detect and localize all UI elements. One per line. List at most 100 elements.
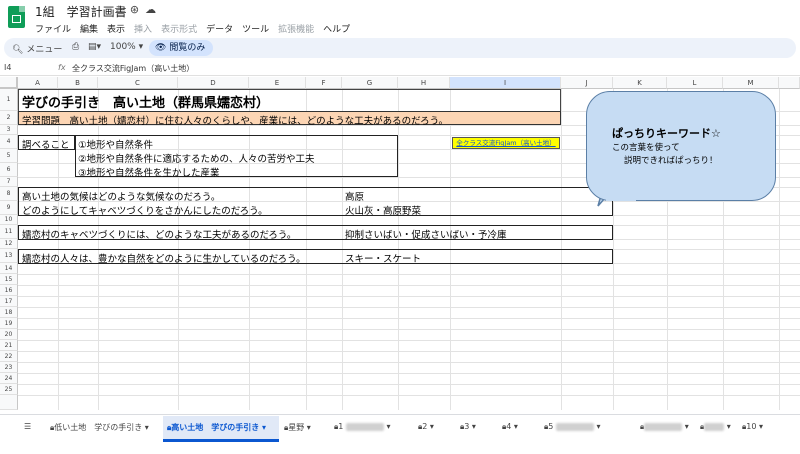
redacted-name (345, 422, 384, 431)
question-body: 高い土地（嬬恋村）に住む人々のくらしや、産業には、どのような工夫があるのだろう。 (69, 116, 449, 127)
column-header-g[interactable]: G (342, 77, 398, 89)
row-header-6[interactable]: 6 (0, 163, 18, 177)
gridline (18, 340, 800, 341)
row-header-5[interactable]: 5 (0, 149, 18, 163)
column-header-h[interactable]: H (398, 77, 450, 89)
sheets-logo-icon[interactable] (8, 6, 25, 28)
tab-label: 3 (464, 422, 470, 431)
callout-line-1: この言葉を使って (612, 143, 680, 153)
title-bar: 1組 学習計画書 ☆⊛☁ ファイル 編集 表示 挿入 表示形式 データ ツール … (0, 0, 800, 38)
row-header-19[interactable]: 19 (0, 318, 18, 329)
menu-data[interactable]: データ (206, 22, 233, 35)
row-header-18[interactable]: 18 (0, 307, 18, 318)
star-icon[interactable]: ☆ (114, 3, 130, 16)
tab-10[interactable]: 🔒︎10 ▾ (742, 422, 763, 432)
row-header-3[interactable]: 3 (0, 125, 18, 135)
gridline (18, 373, 800, 374)
column-header-b[interactable]: B (58, 77, 98, 89)
menu-file[interactable]: ファイル (35, 22, 71, 35)
row-header-26[interactable] (0, 395, 18, 410)
gridline (18, 362, 800, 363)
row-header-22[interactable]: 22 (0, 351, 18, 362)
row-header-9[interactable]: 9 (0, 201, 18, 215)
column-header-j[interactable]: J (561, 77, 613, 89)
tab-high-land[interactable]: 🔒︎高い土地 学びの手引き ▾ (167, 422, 266, 433)
row-header-24[interactable]: 24 (0, 373, 18, 384)
column-header-a[interactable]: A (18, 77, 58, 89)
question-1: 高い土地の気候はどのような気候なのだろう。 (22, 192, 221, 203)
tab-redacted-a[interactable]: 🔒︎ ▾ (640, 422, 689, 432)
gridline (18, 307, 800, 308)
callout-title: ぱっちりキーワード☆ (612, 127, 721, 140)
cloud-icon[interactable]: ☁ (145, 3, 162, 16)
column-header-m[interactable]: M (723, 77, 779, 89)
row-header-7[interactable]: 7 (0, 177, 18, 187)
question-label: 学習問題 (22, 116, 61, 127)
question-3: 嬬恋村のキャベツづくりには、どのような工夫があるのだろう。 (22, 230, 297, 241)
view-only-button[interactable]: 👁︎ 閲覧のみ (149, 40, 214, 56)
name-box[interactable]: I4 (4, 63, 11, 72)
gridline (18, 351, 800, 352)
answer-1: 高原 (345, 192, 365, 203)
print-icon[interactable]: ⎙ (72, 42, 79, 52)
column-header-l[interactable]: L (667, 77, 723, 89)
row-header-8[interactable]: 8 (0, 187, 18, 201)
tab-1[interactable]: 🔒︎1 ▾ (334, 422, 390, 432)
tab-4[interactable]: 🔒︎4 ▾ (502, 422, 518, 432)
tab-hoshino[interactable]: 🔒︎星野 ▾ (284, 422, 311, 433)
row-header-23[interactable]: 23 (0, 362, 18, 373)
row-header-12[interactable]: 12 (0, 239, 18, 249)
answer-4: スキー・スケート (345, 254, 422, 265)
menu-insert[interactable]: 挿入 (134, 22, 152, 35)
eye-icon: 👁︎ (155, 43, 167, 53)
row-header-15[interactable]: 15 (0, 274, 18, 285)
tab-3[interactable]: 🔒︎3 ▾ (460, 422, 476, 432)
all-sheets-icon[interactable]: ☰ (24, 422, 31, 431)
gridline (18, 274, 800, 275)
menu-edit[interactable]: 編集 (80, 22, 98, 35)
tab-label: 2 (422, 422, 428, 431)
callout-line-2: 説明できればぱっちり！ (624, 156, 718, 166)
row-header-2[interactable]: 2 (0, 111, 18, 125)
row-header-1[interactable]: 1 (0, 89, 18, 111)
row-header-17[interactable]: 17 (0, 296, 18, 307)
column-header-c[interactable]: C (98, 77, 178, 89)
row-header-11[interactable]: 11 (0, 225, 18, 239)
tab-2[interactable]: 🔒︎2 ▾ (418, 422, 434, 432)
row-header-25[interactable]: 25 (0, 384, 18, 395)
column-header-k[interactable]: K (613, 77, 667, 89)
formula-input[interactable]: 全クラス交流FigJam（高い土地） (72, 63, 194, 74)
column-header-e[interactable]: E (249, 77, 306, 89)
row-header-21[interactable]: 21 (0, 340, 18, 351)
column-header-n[interactable] (779, 77, 800, 89)
row-header-20[interactable]: 20 (0, 329, 18, 340)
menu-help[interactable]: ヘルプ (323, 22, 350, 35)
row-header-10[interactable]: 10 (0, 215, 18, 225)
column-header-f[interactable]: F (306, 77, 342, 89)
menu-view[interactable]: 表示 (107, 22, 125, 35)
row-header-4[interactable]: 4 (0, 135, 18, 149)
menu-tools[interactable]: ツール (242, 22, 269, 35)
question-4: 嬬恋村の人々は、豊かな自然をどのように生かしているのだろう。 (22, 254, 306, 265)
investigate-item-1: ①地形や自然条件 (78, 140, 154, 151)
tab-redacted-b[interactable]: 🔒︎ ▾ (700, 422, 731, 432)
row-header-14[interactable]: 14 (0, 263, 18, 274)
search-menu-button[interactable]: 🔍︎ メニュー (12, 42, 62, 55)
document-title[interactable]: 1組 学習計画書 (35, 3, 127, 20)
column-header-i[interactable]: I (450, 77, 561, 89)
tab-low-land[interactable]: 🔒︎低い土地 学びの手引き ▾ (50, 422, 149, 433)
figjam-link-button[interactable]: 全クラス交流FigJam（高い土地） (452, 137, 560, 149)
row-header-16[interactable]: 16 (0, 285, 18, 296)
select-all-corner[interactable] (0, 77, 18, 89)
menu-format[interactable]: 表示形式 (161, 22, 197, 35)
tab-5[interactable]: 🔒︎5 ▾ (544, 422, 600, 432)
question-text: 学習問題 高い土地（嬬恋村）に住む人々のくらしや、産業には、どのような工夫がある… (22, 113, 448, 127)
row-header-13[interactable]: 13 (0, 249, 18, 263)
zoom-select[interactable]: 100% ▾ (110, 42, 143, 52)
question-2: どのようにしてキャベツづくりをさかんにしたのだろう。 (22, 206, 268, 217)
column-header-d[interactable]: D (178, 77, 249, 89)
menu-extensions[interactable]: 拡張機能 (278, 22, 314, 35)
move-icon[interactable]: ⊛ (130, 3, 145, 16)
paint-format-icon[interactable]: ▤▾ (88, 42, 101, 52)
gridline (18, 329, 800, 330)
